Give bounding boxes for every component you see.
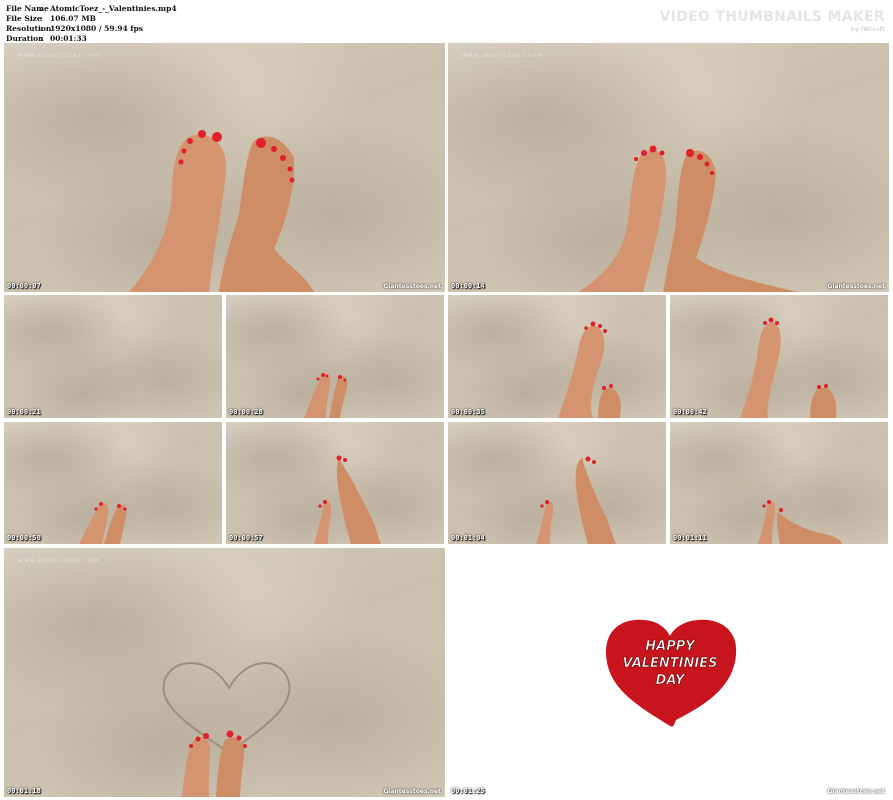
resolution-value: 1920x1080 / 59.94 fps [50, 24, 143, 33]
separator: : [40, 4, 43, 13]
separator: : [40, 24, 43, 33]
thumbnail-frame[interactable]: www.atomictoez.com 00:00:14 Giantesstoes… [448, 43, 889, 292]
feet-image [304, 373, 348, 418]
timestamp: 00:01:25 [451, 787, 485, 795]
timestamp: 00:00:07 [7, 282, 41, 290]
file-name-value: AtomicToez_-_Valentinies.mp4 [50, 4, 177, 13]
site-logo: Giantesstoes.net [383, 283, 441, 290]
timestamp: 00:00:42 [673, 408, 707, 416]
timestamp: 00:00:21 [7, 408, 41, 416]
heart-line-3: DAY [656, 673, 686, 688]
watermark-byline: by iWisoft [850, 26, 885, 33]
feet-image [536, 456, 616, 544]
site-logo: Giantesstoes.net [827, 283, 885, 290]
valentine-card-frame[interactable]: HAPPY VALENTINIES DAY 00:01:25 Giantesst… [448, 548, 889, 797]
resolution-row: Resolution : 1920x1080 / 59.94 fps [6, 24, 177, 34]
thumbnail-frame[interactable]: 00:00:57 [226, 422, 444, 544]
thumbnail-frame[interactable]: 00:01:04 [448, 422, 666, 544]
file-info-panel: File Name : AtomicToez_-_Valentinies.mp4… [6, 4, 177, 44]
feet-image [79, 502, 127, 544]
watermark: VIDEO THUMBNAILS MAKER by iWisoft [660, 9, 885, 33]
timestamp: 00:00:50 [7, 534, 41, 542]
timestamp: 00:01:04 [451, 534, 485, 542]
timestamp: 00:01:18 [7, 787, 41, 795]
feet-image [314, 455, 381, 544]
thumbnail-frame[interactable]: 00:00:42 [670, 295, 888, 418]
resolution-label: Resolution [6, 24, 52, 33]
feet-image [740, 317, 837, 418]
feet-image [129, 130, 314, 292]
file-size-value: 106.07 MB [50, 14, 96, 23]
timestamp: 00:00:14 [451, 282, 485, 290]
feet-image [558, 321, 621, 418]
file-name-row: File Name : AtomicToez_-_Valentinies.mp4 [6, 4, 177, 14]
timestamp: 00:00:57 [229, 534, 263, 542]
file-size-label: File Size [6, 14, 42, 23]
site-logo: Giantesstoes.net [383, 788, 441, 795]
heart-line-2: VALENTINIES [623, 656, 718, 671]
feet-image [578, 145, 798, 292]
site-logo: Giantesstoes.net [827, 788, 885, 795]
watermark-title: VIDEO THUMBNAILS MAKER [659, 9, 885, 25]
heart-graphic: HAPPY VALENTINIES DAY [606, 619, 737, 727]
thumbnail-frame[interactable]: 00:00:35 [448, 295, 666, 418]
timestamp: 00:00:28 [229, 408, 263, 416]
timestamp: 00:01:11 [673, 534, 707, 542]
thumbnail-frame[interactable]: 00:00:50 [4, 422, 222, 544]
timestamp: 00:00:35 [451, 408, 485, 416]
thumbnail-frame[interactable]: 00:00:21 [4, 295, 222, 418]
separator: : [40, 14, 43, 23]
feet-image [162, 662, 291, 797]
file-size-row: File Size : 106.07 MB [6, 14, 177, 24]
thumbnail-frame[interactable]: www.atomictoez.com 00:01:18 Giantesstoes… [4, 548, 445, 797]
thumbnail-frame[interactable]: 00:00:28 [226, 295, 444, 418]
feet-image [758, 500, 842, 544]
thumbnail-frame[interactable]: www.atomictoez.com 00:00:07 Giantesstoes… [4, 43, 445, 292]
file-name-label: File Name [6, 4, 49, 13]
heart-line-1: HAPPY [645, 639, 696, 654]
thumbnail-frame[interactable]: 00:01:11 [670, 422, 888, 544]
